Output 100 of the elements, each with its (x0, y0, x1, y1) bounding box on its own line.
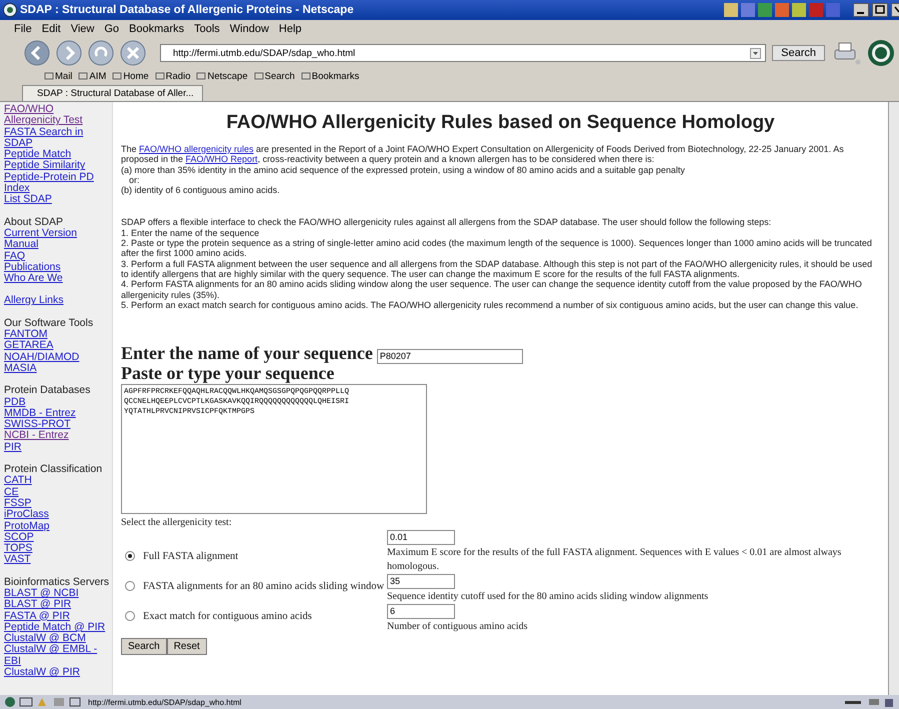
status-tray-drawing (845, 696, 895, 708)
text-link[interactable]: FAO/WHO Report (186, 154, 258, 164)
sidebar-link[interactable]: FASTA @ PIR (4, 610, 70, 622)
sidebar-link[interactable]: PDB (4, 396, 26, 408)
sequence-name-label: Enter the name of your sequence (121, 344, 373, 364)
parameter-description: Number of contiguous amino acids (387, 620, 528, 634)
sidebar-link[interactable]: PIR (4, 442, 22, 454)
sidebar-link[interactable]: SWISS-PROT (4, 419, 71, 430)
sidebar-link[interactable]: BLAST @ NCBI (4, 588, 79, 600)
search-button[interactable]: Search (772, 45, 825, 61)
sequence-name-field[interactable]: P80207 (376, 348, 523, 364)
sidebar-link[interactable]: Peptide Match @ PIR (4, 622, 106, 634)
sidebar-heading: About SDAP (4, 216, 63, 228)
sidebar-link[interactable]: ProtoMap (4, 520, 50, 532)
form-button[interactable]: Search (121, 638, 167, 655)
criterion-text: (a) more than 35% identity in the amino acid sequence of the expressed protein, using a window of 80 amino acids and a suitable gap penalty (121, 164, 686, 175)
sidebar-link[interactable]: MMDB - Entrez (4, 408, 76, 420)
sidebar-link[interactable]: GETAREA (4, 340, 54, 352)
sidebar-link[interactable]: CATH (4, 475, 32, 487)
step-text: 3. Perform a full FASTA alignment between the user sequence and all allergens from the SDAP database. Although this step is not part of the FAO/WHO allergenicity rules, it should be used to identify allergens that are highly similar with the query sequence. The user can change the maximum E score for the results of the full FASTA alignments. (121, 258, 874, 280)
stop-icon[interactable] (120, 40, 146, 66)
toolbar-link[interactable]: Radio (154, 70, 190, 82)
sidebar-link[interactable]: Peptide Match (4, 149, 72, 160)
steps-intro: SDAP offers a flexible interface to check the FAO/WHO allergenicity rules against all allergens from the SDAP database. The user should follow the following steps: (121, 217, 772, 228)
menu-item[interactable]: Bookmarks (129, 22, 184, 34)
dropdown-icon[interactable] (750, 48, 762, 58)
sidebar-link[interactable]: Who Are We (4, 273, 63, 284)
status-text: http://fermi.utmb.edu/SDAP/sdap_who.html (88, 698, 242, 706)
sidebar-link[interactable]: iProClass (4, 509, 49, 520)
sidebar-link[interactable]: Index (4, 183, 30, 194)
radio-button[interactable] (125, 551, 135, 562)
toolbar-link[interactable]: Search (254, 70, 295, 82)
sequence-label: Paste or type your sequence (121, 364, 334, 383)
sidebar-link[interactable]: MASIA (4, 362, 37, 374)
sidebar-link[interactable]: FASTA Search in SDAP (4, 126, 110, 150)
sidebar-link[interactable]: FAO/WHO Allergenicity Test (4, 104, 110, 127)
parameter-field[interactable]: 6 (387, 604, 455, 619)
toolbar-link[interactable]: Bookmarks (300, 70, 360, 82)
sidebar-link[interactable]: ClustalW @ BCM (4, 633, 86, 644)
maximize-icon[interactable] (872, 3, 888, 17)
menu-item[interactable]: File (14, 22, 32, 34)
radio-label: Exact match for contiguous amino acids (143, 610, 312, 622)
browser-logo-icon (3, 3, 17, 17)
menu-item[interactable]: Window (230, 22, 269, 34)
parameter-field[interactable]: 0.01 (387, 530, 455, 545)
scrollbar[interactable] (888, 102, 899, 695)
parameter-field[interactable]: 35 (387, 574, 455, 589)
sidebar-link[interactable]: ClustalW @ PIR (4, 667, 80, 678)
toolbar-link[interactable]: Home (112, 70, 149, 82)
sidebar-link[interactable]: BLAST @ PIR (4, 599, 72, 611)
menu-item[interactable]: View (70, 22, 94, 34)
address-field[interactable]: http://fermi.utmb.edu/SDAP/sdap_who.html (160, 44, 766, 62)
toolbar-link[interactable]: Netscape (196, 70, 248, 82)
radio-button[interactable] (125, 611, 135, 622)
criterion-text: or: (129, 174, 141, 186)
page-title: FAO/WHO Allergenicity Rules based on Sequence Homology (225, 112, 776, 134)
sidebar-link[interactable]: CE (4, 486, 19, 498)
sidebar-link[interactable]: Peptide Similarity (4, 160, 86, 172)
text-link[interactable]: FAO/WHO allergenicity rules (139, 144, 254, 154)
sidebar-link[interactable]: Peptide-Protein PD (4, 172, 94, 184)
toolbar-link[interactable]: Mail (44, 70, 72, 82)
sidebar-link[interactable]: FSSP (4, 498, 32, 510)
window-title: SDAP : Structural Database of Allergenic Proteins - Netscape (20, 4, 355, 16)
parameter-description: Maximum E score for the results of the full FASTA alignment. Sequences with E values < 0.01 are almost always homologous. (387, 546, 842, 574)
sidebar-link[interactable]: Allergy Links (4, 295, 64, 307)
parameter-description: Sequence identity cutoff used for the 80 amino acids sliding window alignments (387, 590, 708, 604)
sidebar-link[interactable]: Current Version (4, 228, 77, 240)
sidebar-heading: Our Software Tools (4, 318, 94, 330)
step-text: 5. Perform an exact match search for contiguous amino acids. The FAO/WHO allergenicity rules recommend a number of six contiguous amino acids, but the user can change this value. (121, 300, 860, 310)
step-text: 1. Enter the name of the sequence (121, 228, 260, 238)
forward-icon[interactable] (56, 40, 82, 66)
browser-logo-icon[interactable] (867, 39, 895, 67)
close-icon[interactable] (891, 3, 899, 17)
sidebar-link[interactable]: Manual (4, 239, 38, 251)
sidebar-link[interactable]: FANTOM (4, 329, 48, 340)
sidebar-link[interactable]: List SDAP (4, 194, 52, 206)
sidebar-link[interactable]: Publications (4, 262, 61, 274)
sidebar-heading: Protein Classification (4, 464, 102, 476)
minimize-icon[interactable] (853, 3, 869, 17)
browser-tab[interactable]: SDAP : Structural Database of Aller... (22, 85, 203, 101)
radio-label: FASTA alignments for an 80 amino acids sliding window (143, 580, 384, 592)
radio-button[interactable] (125, 581, 135, 592)
menu-item[interactable]: Edit (42, 22, 61, 34)
sidebar-link[interactable]: FAQ (4, 250, 26, 262)
menu-item[interactable]: Go (104, 22, 120, 34)
sidebar-link[interactable]: NCBI - Entrez (4, 430, 69, 442)
menu-item[interactable]: Tools (194, 22, 220, 34)
toolbar-link[interactable]: AIM (78, 70, 106, 82)
reload-icon[interactable] (88, 40, 114, 66)
sidebar-link[interactable]: VAST (4, 554, 31, 566)
menu-item[interactable]: Help (278, 22, 302, 34)
sidebar-link[interactable]: NOAH/DIAMOD (4, 352, 80, 363)
sidebar-link[interactable]: ClustalW @ EMBL - EBI (4, 644, 110, 668)
criterion-text: (b) identity of 6 contiguous amino acids. (121, 185, 281, 196)
form-button[interactable]: Reset (166, 638, 207, 655)
sidebar-heading: Bioinformatics Servers (4, 576, 110, 588)
sidebar-link[interactable]: TOPS (4, 543, 32, 554)
radio-label: Full FASTA alignment (143, 550, 238, 562)
back-icon[interactable] (24, 40, 50, 66)
sidebar-link[interactable]: SCOP (4, 532, 34, 544)
